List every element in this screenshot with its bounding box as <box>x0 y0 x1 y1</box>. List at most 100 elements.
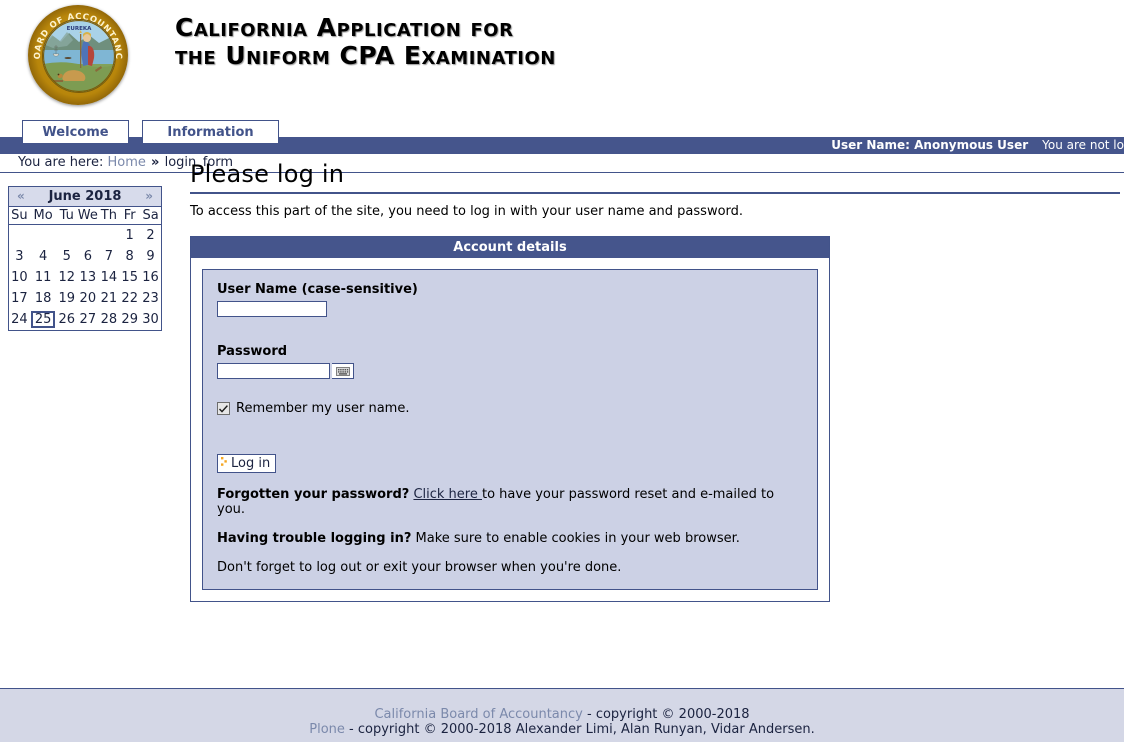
calendar-day-cell[interactable]: 1 <box>119 225 140 247</box>
login-arrow-icon-glyph <box>221 457 227 466</box>
calendar-day-cell[interactable]: 2 <box>140 225 161 247</box>
calendar-day-cell[interactable]: 15 <box>119 267 140 288</box>
calendar-empty-cell <box>56 225 77 247</box>
calendar-week-row: 3456789 <box>9 246 161 267</box>
calendar-day-cell[interactable]: 17 <box>9 288 30 309</box>
calendar-day-cell[interactable]: 11 <box>30 267 57 288</box>
username-input[interactable] <box>217 301 327 317</box>
calendar-day-cell[interactable]: 14 <box>98 267 119 288</box>
trouble-logging-in-rest: Make sure to enable cookies in your web … <box>411 531 740 546</box>
footer-line-2: Plone - copyright © 2000-2018 Alexander … <box>0 722 1124 737</box>
calendar-month-year: June 2018 <box>48 189 122 204</box>
seal-graphic: BOARD OF ACCOUNTANCY CALIFORNIA <box>28 5 128 105</box>
calendar-weekday: Tu <box>56 207 78 225</box>
calendar-day-cell[interactable]: 27 <box>77 309 98 330</box>
page-description: To access this part of the site, you nee… <box>190 204 744 219</box>
footer-line-1: California Board of Accountancy - copyri… <box>0 707 1124 722</box>
logout-reminder-note: Don't forget to log out or exit your bro… <box>217 560 622 575</box>
password-label: Password <box>217 344 288 359</box>
calendar-day-cell[interactable]: 7 <box>98 246 119 267</box>
calendar-empty-cell <box>98 225 119 247</box>
calendar-day-cell[interactable]: 29 <box>119 309 140 330</box>
calendar-day-cell[interactable]: 13 <box>77 267 98 288</box>
trouble-logging-in-bold: Having trouble logging in? <box>217 531 412 546</box>
keyboard-icon[interactable] <box>332 363 354 379</box>
form-legend-account-details: Account details <box>191 237 829 258</box>
calendar-table: Su Mo Tu We Th Fr Sa 1 2 3 4 5 6 7 8 9 10 11 12 13 14… <box>9 207 161 330</box>
calendar-day-cell[interactable]: 4 <box>30 246 57 267</box>
remember-username-row: Remember my user name. <box>217 401 803 416</box>
tab-welcome[interactable]: Welcome <box>22 120 129 143</box>
calendar-empty-cell <box>9 225 30 247</box>
footer-link-cba[interactable]: California Board of Accountancy <box>374 707 582 722</box>
calendar-weekday: Th <box>98 207 120 225</box>
remember-username-checkbox[interactable] <box>217 402 230 415</box>
login-form: Account details User Name (case-sensitiv… <box>190 236 830 602</box>
calendar-week-row: 24 25 26 27 28 29 30 <box>9 309 161 330</box>
page-heading: Please log in <box>190 160 1120 194</box>
trouble-logging-in-note: Having trouble logging in? Make sure to … <box>217 531 803 546</box>
reset-password-link[interactable]: Click here <box>413 487 482 502</box>
calendar-weekday: Su <box>9 207 30 225</box>
calendar-day-today[interactable]: 25 <box>30 309 57 330</box>
calendar-day-cell[interactable]: 21 <box>98 288 119 309</box>
calendar-weekday: We <box>77 207 99 225</box>
calendar-day-cell[interactable]: 12 <box>56 267 77 288</box>
cba-seal-logo[interactable]: BOARD OF ACCOUNTANCY CALIFORNIA <box>28 5 128 105</box>
body-wrapper: « June 2018 » Su Mo Tu We Th Fr Sa 12345… <box>0 160 1124 687</box>
password-input[interactable] <box>217 363 330 379</box>
calendar-body: 1 2 3 4 5 6 7 8 9 10 11 12 13 14 15 16 17 18 19 20 21 22 23 24 2… <box>9 225 161 331</box>
calendar-empty-cell <box>30 225 57 247</box>
personal-bar-status: You are not lo <box>1042 138 1124 152</box>
calendar-day-cell[interactable]: 18 <box>30 288 57 309</box>
calendar-prev-month-button[interactable]: « <box>17 189 25 203</box>
calendar-day-cell[interactable]: 3 <box>9 246 30 267</box>
navigation-area: User Name: Anonymous User You are not lo … <box>0 115 1124 173</box>
calendar-day-cell[interactable]: 16 <box>140 267 161 288</box>
calendar-day-cell[interactable]: 22 <box>119 288 140 309</box>
main-content: Please log in To access this part of the… <box>190 160 1124 602</box>
login-arrow-icon <box>220 456 229 471</box>
login-fieldset: User Name (case-sensitive) Password Reme… <box>202 269 818 590</box>
forgotten-password-note: Forgotten your password? Click here to h… <box>217 487 803 517</box>
calendar-day-cell[interactable]: 19 <box>56 288 77 309</box>
calendar-day-cell[interactable]: 20 <box>77 288 98 309</box>
password-field-wrap <box>217 363 354 379</box>
calendar-header: « June 2018 » <box>9 187 161 207</box>
calendar-weekday-row: Su Mo Tu We Th Fr Sa <box>9 207 161 225</box>
login-button[interactable]: Log in <box>217 454 277 473</box>
calendar-day-cell[interactable]: 10 <box>9 267 30 288</box>
calendar-day-cell[interactable]: 8 <box>119 246 140 267</box>
site-header: BOARD OF ACCOUNTANCY CALIFORNIA <box>0 0 1124 115</box>
calendar-day-cell[interactable]: 6 <box>77 246 98 267</box>
personal-bar-username: User Name: Anonymous User <box>831 138 1029 152</box>
calendar-day-cell[interactable]: 24 <box>9 309 30 330</box>
calendar-weekday: Fr <box>119 207 141 225</box>
calendar-day-cell[interactable]: 5 <box>56 246 77 267</box>
calendar-day-cell[interactable]: 23 <box>140 288 161 309</box>
username-label: User Name (case-sensitive) <box>217 282 418 297</box>
calendar-weekday: Sa <box>140 207 161 225</box>
footer-copyright-plone: - copyright © 2000-2018 Alexander Limi, … <box>344 722 815 737</box>
calendar-day-cell[interactable]: 28 <box>98 309 119 330</box>
calendar-day-cell[interactable]: 30 <box>140 309 161 330</box>
keyboard-icon-glyph <box>335 366 350 376</box>
site-title-line2: the Uniform CPA Examination <box>175 41 556 70</box>
calendar-day-cell[interactable]: 9 <box>140 246 161 267</box>
seal-scene: EUREKA <box>42 19 116 93</box>
login-button-label: Log in <box>231 456 271 471</box>
calendar-week-row: 12 <box>9 225 161 247</box>
calendar-portlet: « June 2018 » Su Mo Tu We Th Fr Sa 12345… <box>8 186 162 331</box>
global-tabs: Welcome Information <box>22 120 279 143</box>
calendar-week-row: 10 11 12 13 14 15 16 <box>9 267 161 288</box>
site-footer: California Board of Accountancy - copyri… <box>0 688 1124 742</box>
calendar-next-month-button[interactable]: » <box>145 189 153 203</box>
calendar-day-cell[interactable]: 26 <box>56 309 77 330</box>
forgotten-password-bold: Forgotten your password? <box>217 487 410 502</box>
remember-username-label: Remember my user name. <box>236 401 410 416</box>
tab-information[interactable]: Information <box>142 120 279 143</box>
footer-link-plone[interactable]: Plone <box>309 722 345 737</box>
site-title-line1: California Application for <box>175 13 514 42</box>
page-title-block: California Application for the Uniform C… <box>175 14 775 70</box>
calendar-empty-cell <box>77 225 98 247</box>
